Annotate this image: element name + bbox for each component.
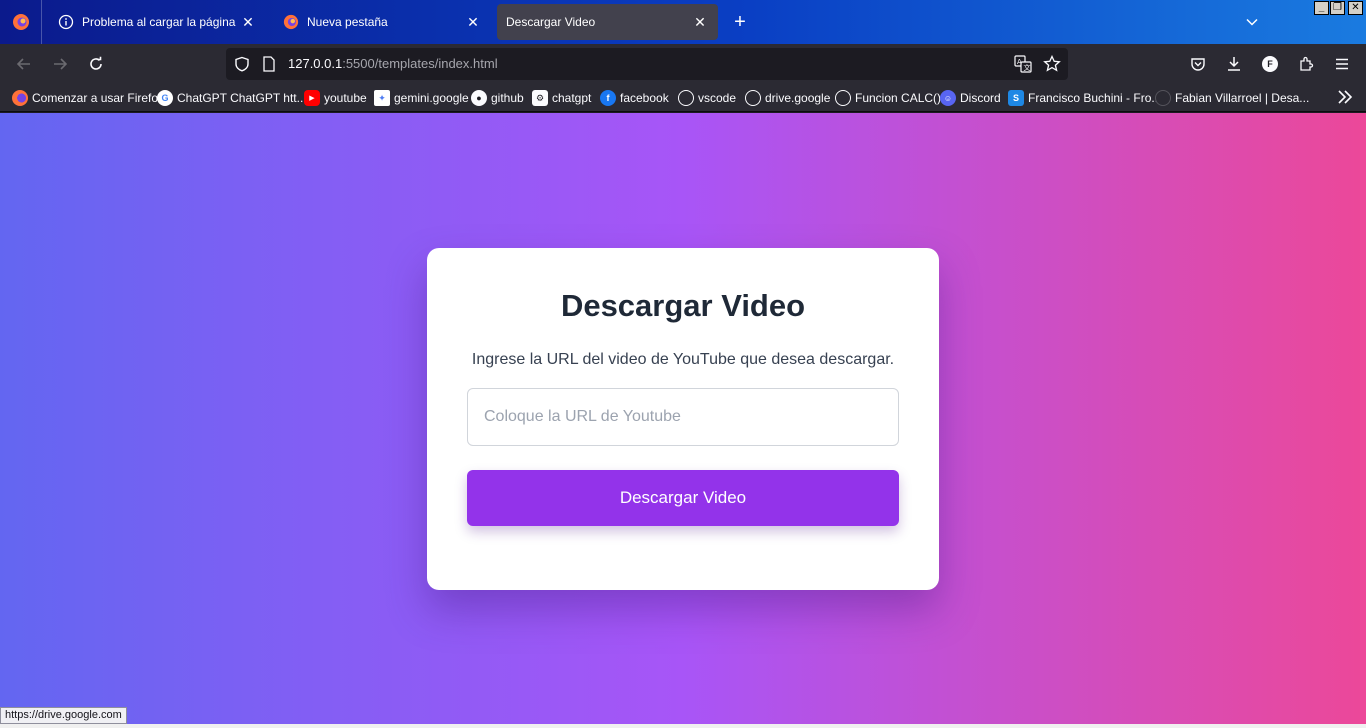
download-button[interactable]: Descargar Video bbox=[467, 470, 899, 526]
page-info-icon[interactable] bbox=[262, 56, 276, 77]
tab-strip: Problema al cargar la página ✕ Nueva pes… bbox=[0, 0, 1366, 44]
gemini-icon: ✦ bbox=[374, 90, 390, 106]
pocket-icon bbox=[1191, 58, 1205, 71]
globe-icon bbox=[678, 90, 694, 106]
tab-title: Problema al cargar la página bbox=[82, 15, 236, 29]
menu-button[interactable] bbox=[1330, 52, 1354, 76]
bookmark-chatgpt[interactable]: ⚙ chatgpt bbox=[532, 90, 591, 106]
youtube-icon: ▶ bbox=[304, 90, 320, 106]
url-text: 127.0.0.1:5500/templates/index.html bbox=[288, 56, 498, 71]
reload-icon bbox=[90, 56, 102, 70]
bookmarks-toolbar: Comenzar a usar Firefox G ChatGPT ChatGPT… bbox=[0, 84, 1366, 112]
globe-icon bbox=[835, 90, 851, 106]
close-tab-icon[interactable]: ✕ bbox=[461, 10, 485, 34]
bookmark-vscode[interactable]: vscode bbox=[678, 90, 736, 106]
address-bar[interactable]: 127.0.0.1:5500/templates/index.html A文 bbox=[226, 48, 1068, 80]
url-path: :5500/templates/index.html bbox=[342, 56, 498, 71]
bookmark-label: youtube bbox=[324, 91, 367, 105]
shield-icon[interactable] bbox=[234, 56, 250, 77]
site-icon bbox=[1155, 90, 1171, 106]
svg-text:A: A bbox=[1017, 58, 1022, 66]
facebook-icon: f bbox=[600, 90, 616, 106]
close-window-button[interactable]: ✕ bbox=[1348, 1, 1363, 15]
bookmark-label: Fabian Villarroel | Desa... bbox=[1175, 91, 1310, 105]
download-card: Descargar Video Ingrese la URL del video… bbox=[427, 248, 939, 590]
page-title: Descargar Video bbox=[560, 288, 806, 323]
firefox-icon bbox=[12, 14, 29, 30]
github-icon: ● bbox=[471, 90, 487, 106]
translate-icon[interactable]: A文 bbox=[1014, 55, 1032, 78]
double-chevron-right-icon bbox=[1338, 90, 1353, 104]
instructions-text: Ingrese la URL del video de YouTube que … bbox=[471, 351, 895, 368]
downloads-button[interactable] bbox=[1222, 52, 1246, 76]
more-bookmarks-button[interactable] bbox=[1336, 89, 1354, 105]
account-button[interactable]: F bbox=[1258, 52, 1282, 76]
restore-button[interactable]: ❐ bbox=[1330, 1, 1345, 15]
forward-arrow-icon bbox=[54, 58, 68, 70]
bookmark-youtube[interactable]: ▶ youtube bbox=[304, 90, 367, 106]
bookmark-label: Comenzar a usar Firefox bbox=[32, 91, 165, 105]
bookmark-chatgpt-google[interactable]: G ChatGPT ChatGPT htt... bbox=[157, 90, 307, 106]
bookmark-firefox[interactable]: Comenzar a usar Firefox bbox=[12, 90, 164, 106]
puzzle-icon bbox=[1300, 56, 1314, 71]
minimize-button[interactable]: _ bbox=[1314, 1, 1329, 15]
pocket-button[interactable] bbox=[1186, 52, 1210, 76]
navigation-toolbar: 127.0.0.1:5500/templates/index.html A文 F bbox=[0, 44, 1366, 84]
bookmark-label: github bbox=[491, 91, 524, 105]
bookmark-label: drive.google bbox=[765, 91, 831, 105]
info-icon bbox=[58, 14, 74, 30]
extensions-button[interactable] bbox=[1294, 52, 1318, 76]
hamburger-menu-icon bbox=[1336, 58, 1348, 70]
firefox-view-button[interactable] bbox=[0, 0, 42, 44]
download-icon bbox=[1228, 57, 1240, 71]
google-icon: G bbox=[157, 90, 173, 106]
page-background: Descargar Video Ingrese la URL del video… bbox=[0, 113, 1366, 728]
bookmark-github[interactable]: ● github bbox=[471, 90, 524, 106]
close-tab-icon[interactable]: ✕ bbox=[688, 10, 712, 34]
bookmark-label: ChatGPT ChatGPT htt... bbox=[177, 91, 307, 105]
tab-problema[interactable]: Problema al cargar la página ✕ bbox=[46, 4, 266, 40]
window-bottom-border bbox=[0, 724, 1366, 728]
back-arrow-icon bbox=[16, 58, 30, 70]
url-input[interactable] bbox=[467, 388, 899, 446]
close-tab-icon[interactable]: ✕ bbox=[236, 10, 260, 34]
reload-button[interactable] bbox=[84, 52, 108, 76]
bookmark-francisco-buchini[interactable]: S Francisco Buchini - Fro... bbox=[1008, 90, 1161, 106]
tab-nueva-pestana[interactable]: Nueva pestaña ✕ bbox=[271, 4, 491, 40]
chevron-down-icon bbox=[1246, 18, 1258, 26]
bookmark-label: facebook bbox=[620, 91, 669, 105]
tab-title: Nueva pestaña bbox=[307, 15, 388, 29]
globe-icon bbox=[745, 90, 761, 106]
discord-icon: ☺ bbox=[940, 90, 956, 106]
back-button[interactable] bbox=[12, 52, 36, 76]
forward-button[interactable] bbox=[48, 52, 72, 76]
firefox-icon bbox=[12, 90, 28, 106]
bookmark-facebook[interactable]: f facebook bbox=[600, 90, 669, 106]
bookmark-drive-google[interactable]: drive.google bbox=[745, 90, 830, 106]
url-host: 127.0.0.1 bbox=[288, 56, 343, 71]
site-icon: S bbox=[1008, 90, 1024, 106]
openai-icon: ⚙ bbox=[532, 90, 548, 106]
bookmark-gemini[interactable]: ✦ gemini.google bbox=[374, 90, 469, 106]
bookmark-label: chatgpt bbox=[552, 91, 592, 105]
bookmark-funcion-calc[interactable]: Funcion CALC() bbox=[835, 90, 941, 106]
firefox-icon bbox=[283, 14, 299, 30]
bookmark-discord[interactable]: ☺ Discord bbox=[940, 90, 1001, 106]
bookmark-label: gemini.google bbox=[394, 91, 469, 105]
bookmark-label: Funcion CALC() bbox=[855, 91, 942, 105]
bookmark-label: vscode bbox=[698, 91, 737, 105]
bookmark-star-icon[interactable] bbox=[1043, 54, 1061, 78]
avatar: F bbox=[1262, 56, 1278, 72]
status-link-preview: https://drive.google.com bbox=[0, 707, 127, 724]
bookmark-label: Francisco Buchini - Fro... bbox=[1028, 91, 1162, 105]
tab-descargar-video[interactable]: Descargar Video ✕ bbox=[497, 4, 718, 40]
tab-title: Descargar Video bbox=[506, 15, 596, 29]
svg-text:文: 文 bbox=[1024, 63, 1031, 72]
bookmark-label: Discord bbox=[960, 91, 1001, 105]
list-all-tabs-button[interactable] bbox=[1240, 10, 1264, 34]
bookmark-fabian-villarroel[interactable]: Fabian Villarroel | Desa... bbox=[1155, 90, 1309, 106]
new-tab-button[interactable]: + bbox=[728, 10, 752, 34]
